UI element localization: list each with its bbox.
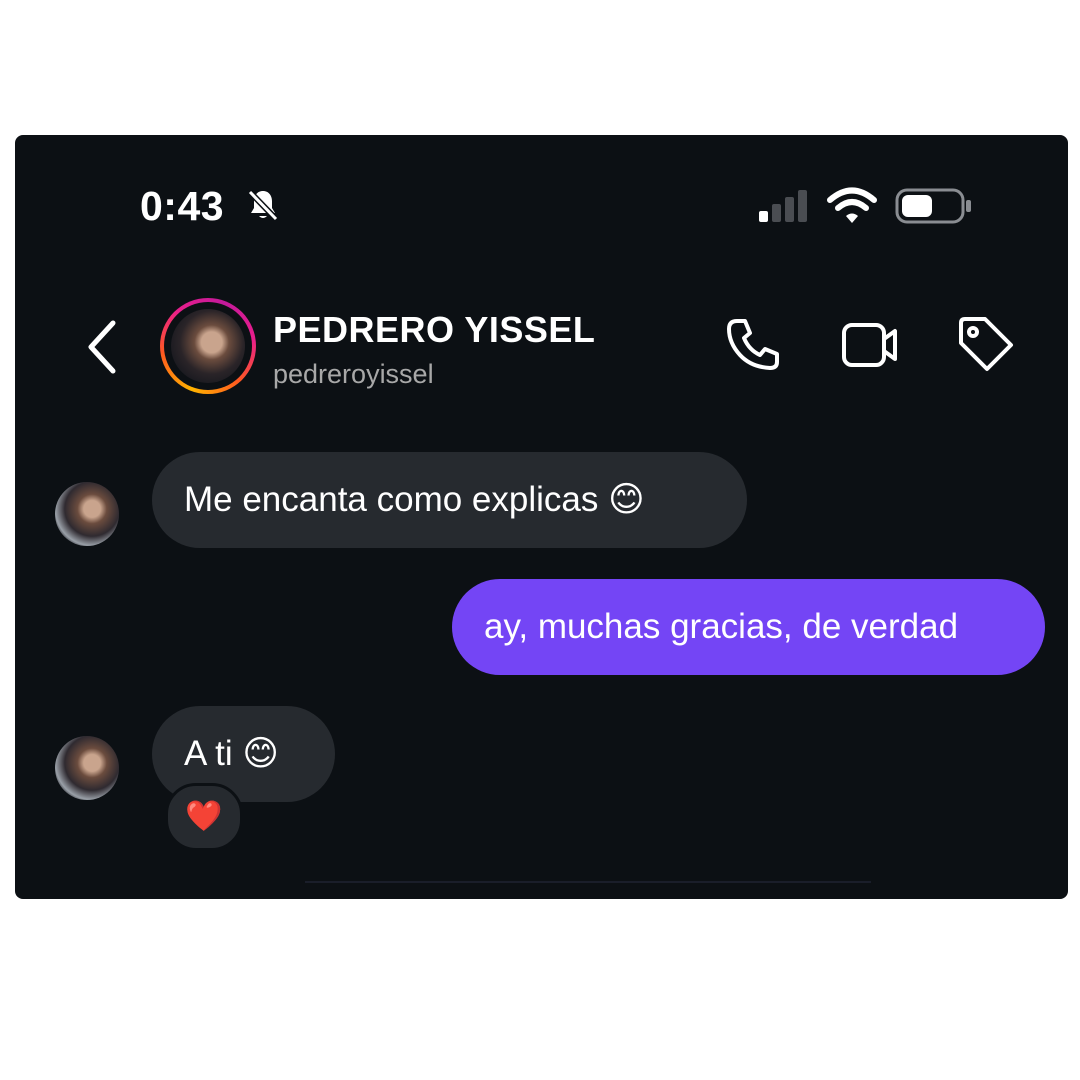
bell-slash-icon bbox=[245, 187, 281, 223]
wifi-icon bbox=[827, 187, 877, 225]
profile-avatar-story-ring[interactable] bbox=[160, 298, 256, 394]
chat-header: PEDRERO YISSEL pedreroyissel bbox=[15, 285, 1068, 405]
heart-reaction[interactable]: ❤️ bbox=[165, 783, 243, 851]
battery-icon bbox=[895, 188, 973, 224]
sender-avatar[interactable] bbox=[55, 736, 119, 800]
contact-name[interactable]: PEDRERO YISSEL bbox=[273, 309, 595, 351]
chevron-left-icon[interactable] bbox=[83, 319, 123, 375]
message-bubble-outgoing[interactable]: ay, muchas gracias, de verdad bbox=[452, 579, 1045, 675]
status-time: 0:43 bbox=[140, 183, 225, 229]
chat-screen: 0:43 PEDRERO YISSEL pedreroyissel Me enc… bbox=[15, 135, 1068, 899]
contact-username[interactable]: pedreroyissel bbox=[273, 359, 434, 390]
video-camera-icon[interactable] bbox=[839, 315, 899, 375]
cellular-signal-icon bbox=[757, 189, 813, 223]
phone-icon[interactable] bbox=[723, 315, 783, 375]
message-bubble-incoming[interactable]: Me encanta como explicas 😊 bbox=[152, 452, 747, 548]
home-indicator bbox=[305, 881, 871, 883]
sender-avatar[interactable] bbox=[55, 482, 119, 546]
status-bar: 0:43 bbox=[15, 135, 1068, 275]
avatar bbox=[171, 309, 245, 383]
tag-icon[interactable] bbox=[955, 315, 1015, 375]
